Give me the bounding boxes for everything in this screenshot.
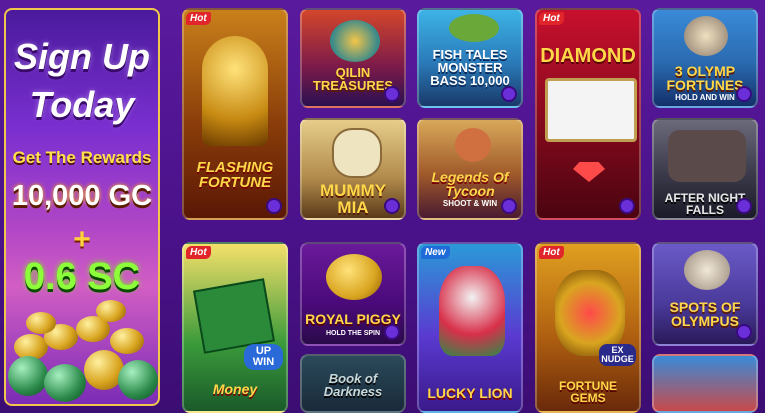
game-tile-money[interactable]: Hot UP WIN Money: [182, 242, 288, 413]
favorite-icon[interactable]: [736, 198, 752, 214]
game-tile-fish-tales[interactable]: FISH TALES MONSTER BASS 10,000: [417, 8, 523, 108]
golden-god-art: [202, 36, 268, 146]
hot-badge: Hot: [186, 246, 211, 259]
game-title: FORTUNE GEMS: [559, 379, 617, 405]
promo-gold-coins: 10,000 GC: [11, 180, 153, 212]
game-title: Legends Of Tycoon: [431, 169, 509, 199]
favorite-icon[interactable]: [736, 86, 752, 102]
game-tile-book-of-darkness[interactable]: Book of Darkness: [300, 354, 406, 413]
game-title: Money: [212, 381, 258, 397]
game-tile-spots-of-olympus[interactable]: SPOTS OF OLYMPUS: [652, 242, 758, 346]
zeus-art: [684, 250, 730, 290]
game-title: FLASHING FORTUNE: [196, 159, 274, 191]
zeus-art: [684, 16, 728, 56]
game-subtitle: EX NUDGE: [599, 344, 636, 366]
promo-subtitle: Get The Rewards: [12, 148, 152, 167]
game-tile-flashing-fortune[interactable]: Hot FLASHING FORTUNE: [182, 8, 288, 220]
new-badge: New: [421, 246, 450, 259]
game-title: DIAMOND: [540, 45, 636, 67]
favorite-icon[interactable]: [736, 324, 752, 340]
game-title: LUCKY LION: [427, 385, 513, 401]
game-tile-fortune-gems[interactable]: Hot EX NUDGE FORTUNE GEMS: [535, 242, 641, 413]
hot-badge: Hot: [539, 12, 564, 25]
tycoon-art: [455, 128, 491, 162]
promo-sweeps-coins: 0.6 SC: [23, 256, 141, 298]
game-tile-partial[interactable]: [652, 354, 758, 413]
favorite-icon[interactable]: [384, 86, 400, 102]
game-title: ROYAL PIGGY: [305, 311, 401, 327]
promo-title-line1: Sign Up: [14, 36, 150, 77]
game-tile-mummy-mia[interactable]: MUMMY MIA: [300, 118, 406, 220]
game-title: Book of Darkness: [323, 371, 383, 399]
favorite-icon[interactable]: [501, 198, 517, 214]
game-tile-qilin-treasures[interactable]: QILIN TREASURES: [300, 8, 406, 108]
dragon-art: [330, 20, 380, 62]
detectives-art: [668, 130, 746, 182]
slot-reels: [545, 78, 637, 142]
game-tile-legends-of-tycoon[interactable]: Legends Of Tycoon SHOOT & WIN: [417, 118, 523, 220]
lion-dance-art: [439, 266, 505, 356]
game-subtitle: UP WIN: [244, 344, 283, 370]
game-tile-royal-piggy[interactable]: ROYAL PIGGY HOLD THE SPIN: [300, 242, 406, 346]
mummy-art: [332, 128, 382, 178]
game-title: SPOTS OF OLYMPUS: [669, 299, 741, 329]
favorite-icon[interactable]: [266, 198, 282, 214]
cash-stack-art: [192, 278, 276, 354]
fish-art: [449, 14, 499, 42]
hot-badge: Hot: [186, 12, 211, 25]
game-tile-lucky-lion[interactable]: New LUCKY LION: [417, 242, 523, 413]
coin-pile-illustration: [6, 294, 158, 404]
game-tile-diamond[interactable]: Hot DIAMOND: [535, 8, 641, 220]
promo-plus: +: [73, 223, 91, 256]
game-title: FISH TALES MONSTER BASS 10,000: [430, 47, 510, 88]
favorite-icon[interactable]: [619, 198, 635, 214]
game-tile-3-olymp-fortunes[interactable]: 3 OLYMP FORTUNES HOLD AND WIN: [652, 8, 758, 108]
favorite-icon[interactable]: [384, 324, 400, 340]
diamond-icon: [573, 162, 605, 182]
favorite-icon[interactable]: [384, 198, 400, 214]
hot-badge: Hot: [539, 246, 564, 259]
promo-title-line2: Today: [29, 84, 135, 125]
game-tile-after-night-falls[interactable]: AFTER NIGHT FALLS: [652, 118, 758, 220]
signup-promo-banner[interactable]: Sign Up Today Get The Rewards 10,000 GC …: [4, 8, 160, 406]
piggy-art: [326, 254, 382, 300]
favorite-icon[interactable]: [501, 86, 517, 102]
